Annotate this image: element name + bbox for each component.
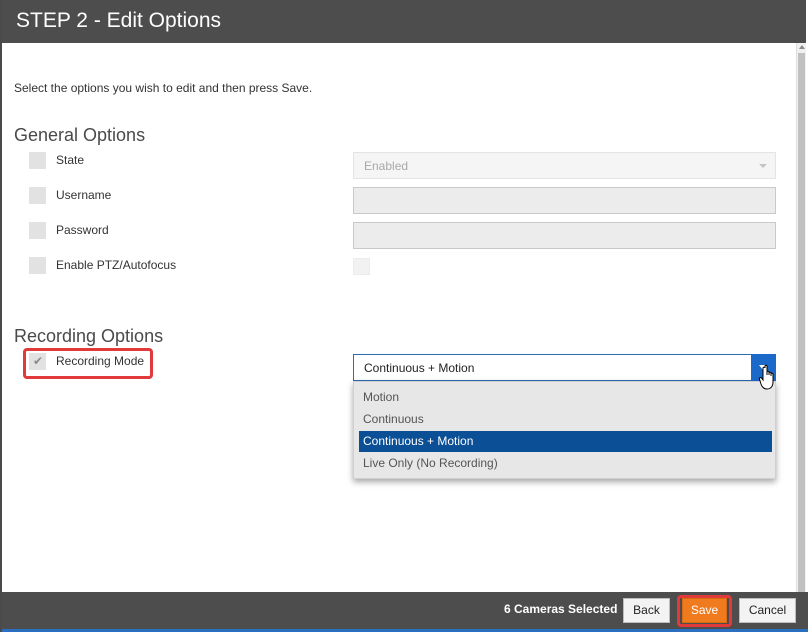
state-checkbox[interactable] [29, 152, 46, 169]
password-field [353, 222, 776, 249]
recording-options-heading: Recording Options [14, 326, 164, 346]
general-options-heading: General Options [14, 125, 146, 145]
password-checkbox[interactable] [29, 222, 46, 239]
back-button[interactable]: Back [623, 598, 670, 623]
dropdown-option-motion[interactable]: Motion [359, 387, 772, 408]
state-select: Enabled [353, 152, 776, 179]
recording-mode-checkbox[interactable]: ✔ [29, 353, 46, 370]
dropdown-option-live-only[interactable]: Live Only (No Recording) [359, 453, 772, 474]
username-field [353, 187, 776, 214]
scrollbar-thumb[interactable] [798, 53, 805, 613]
state-label: State [56, 153, 85, 167]
dropdown-option-continuous[interactable]: Continuous [359, 409, 772, 430]
checkmark-icon: ✔ [33, 354, 44, 368]
dialog-title: STEP 2 - Edit Options [16, 9, 222, 32]
scroll-up-icon[interactable] [799, 45, 805, 49]
dialog-titlebar: STEP 2 - Edit Options [0, 0, 806, 43]
cancel-button[interactable]: Cancel [739, 598, 796, 623]
save-button[interactable]: Save [682, 598, 727, 623]
recording-mode-select[interactable]: Continuous + Motion [353, 354, 776, 381]
username-label: Username [56, 188, 112, 202]
recording-mode-dropdown-list: Motion Continuous Continuous + Motion Li… [353, 381, 776, 479]
ptz-checkbox[interactable] [29, 257, 46, 274]
chevron-down-icon [759, 164, 767, 168]
ptz-label: Enable PTZ/Autofocus [56, 258, 177, 272]
vertical-scrollbar[interactable] [796, 43, 806, 613]
hand-pointer-cursor-icon [759, 364, 774, 390]
intro-text: Select the options you wish to edit and … [14, 81, 313, 95]
recording-mode-select-value: Continuous + Motion [364, 361, 475, 375]
username-checkbox[interactable] [29, 187, 46, 204]
dropdown-option-continuous-motion[interactable]: Continuous + Motion [359, 431, 772, 452]
dialog-footer: 6 Cameras Selected Back Save Cancel [0, 592, 808, 629]
ptz-value-checkbox [353, 258, 370, 275]
recording-mode-label: Recording Mode [56, 354, 145, 368]
edit-options-dialog: STEP 2 - Edit Options Select the options… [0, 0, 808, 632]
selected-count-text: 6 Cameras Selected [504, 602, 618, 616]
password-label: Password [56, 223, 109, 237]
window-border-left [0, 0, 2, 632]
state-select-value: Enabled [364, 159, 409, 173]
